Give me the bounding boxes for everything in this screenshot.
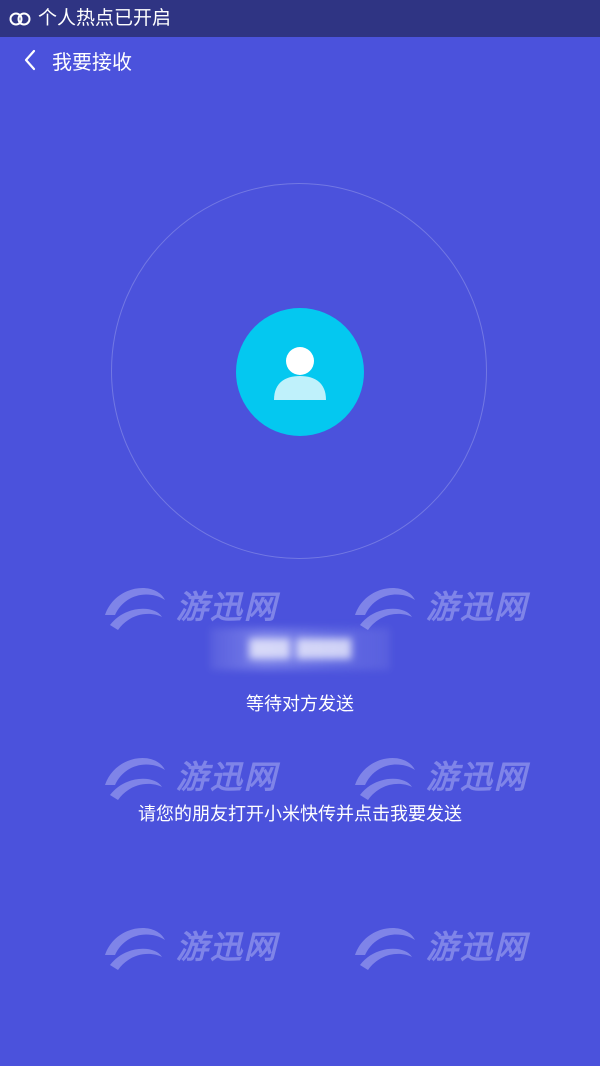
- watermark-logo-icon: [355, 758, 415, 800]
- watermark-logo-icon: [355, 588, 415, 630]
- hotspot-icon: [9, 12, 31, 26]
- watermark-logo-icon: [105, 758, 165, 800]
- watermark-text: 游迅网: [426, 928, 529, 966]
- page-title: 我要接收: [52, 49, 132, 74]
- watermark-text: 游迅网: [176, 928, 279, 966]
- watermark-logo-icon: [355, 928, 415, 970]
- header: 我要接收: [0, 37, 600, 83]
- watermark: 游迅网: [100, 745, 278, 805]
- device-name: ▓▓▓ ▓▓▓▓: [210, 628, 390, 670]
- avatar: [236, 308, 364, 436]
- watermark-text: 游迅网: [426, 588, 529, 626]
- watermark-logo-icon: [105, 928, 165, 970]
- status-text: 个人热点已开启: [38, 7, 172, 29]
- hint-text: 请您的朋友打开小米快传并点击我要发送: [138, 804, 462, 825]
- watermark: 游迅网: [350, 915, 528, 975]
- back-button[interactable]: [10, 37, 50, 83]
- user-icon: [274, 347, 326, 400]
- watermark-logo-icon: [105, 588, 165, 630]
- watermark: 游迅网: [350, 575, 528, 635]
- waiting-status-text: 等待对方发送: [246, 694, 354, 715]
- watermark-text: 游迅网: [176, 758, 279, 796]
- watermark: 游迅网: [100, 575, 278, 635]
- watermark-text: 游迅网: [176, 588, 279, 626]
- watermark-text: 游迅网: [426, 758, 529, 796]
- chevron-left-icon: [24, 49, 36, 71]
- watermark: 游迅网: [100, 915, 278, 975]
- watermark: 游迅网: [350, 745, 528, 805]
- status-bar: 个人热点已开启: [0, 0, 600, 37]
